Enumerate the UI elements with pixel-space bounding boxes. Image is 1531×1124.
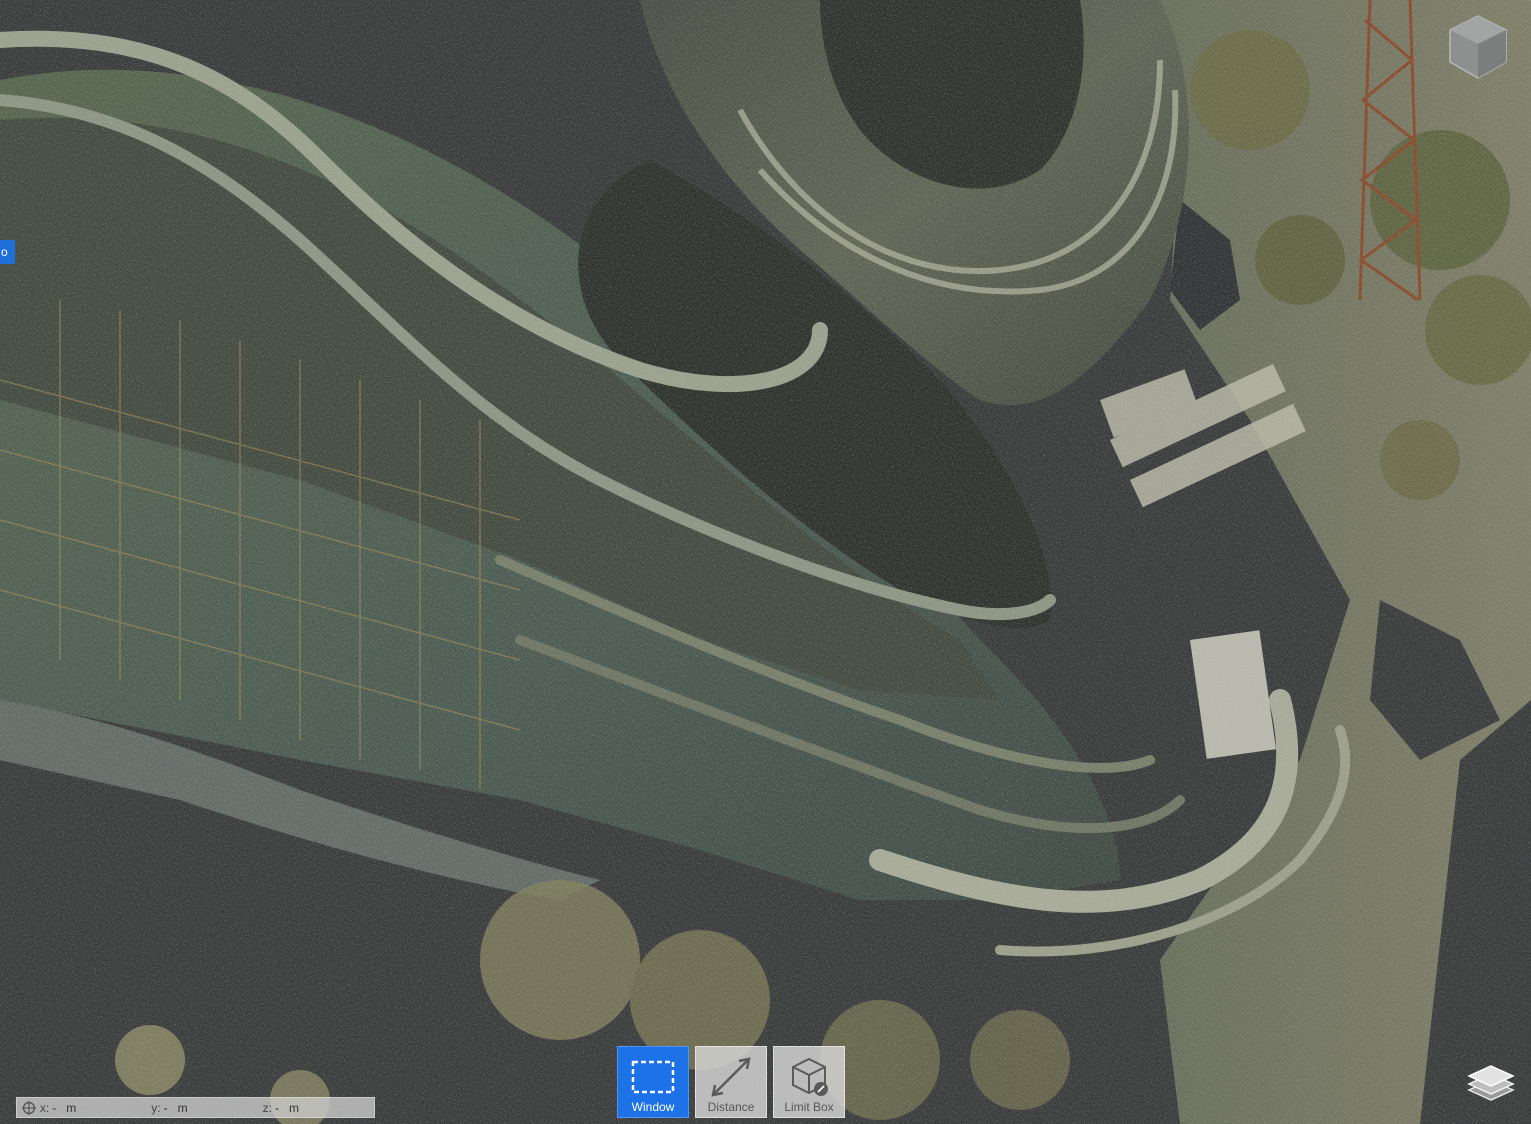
- distance-label: Distance: [707, 1100, 755, 1114]
- coordinate-readout: x: - m y: - m z: - m: [16, 1097, 375, 1118]
- x-label: x:: [39, 1100, 50, 1115]
- left-panel-tab[interactable]: o: [0, 240, 15, 264]
- view-cube-icon[interactable]: [1446, 12, 1510, 84]
- layers-icon[interactable]: [1466, 1062, 1516, 1104]
- y-label: y:: [151, 1100, 161, 1115]
- left-panel-tab-label: o: [1, 245, 8, 259]
- point-cloud-viewport[interactable]: [0, 0, 1531, 1124]
- limit-box-button[interactable]: Limit Box: [773, 1046, 845, 1118]
- distance-button[interactable]: Distance: [695, 1046, 767, 1118]
- y-value: -: [163, 1100, 168, 1115]
- x-coordinate: x: - m: [40, 1101, 151, 1115]
- window-select-button[interactable]: Window: [617, 1046, 689, 1118]
- z-unit: m: [288, 1100, 299, 1115]
- selection-window-icon: [631, 1060, 675, 1094]
- measure-toolbar: Window Distance Limit Box: [617, 1046, 845, 1118]
- x-unit: m: [66, 1100, 77, 1115]
- crosshair-icon: [22, 1100, 36, 1115]
- z-coordinate: z: - m: [263, 1101, 374, 1115]
- x-value: -: [52, 1100, 57, 1115]
- y-coordinate: y: - m: [151, 1101, 262, 1115]
- z-value: -: [274, 1100, 279, 1115]
- z-label: z:: [262, 1100, 272, 1115]
- distance-icon: [711, 1057, 751, 1097]
- window-select-label: Window: [631, 1100, 675, 1114]
- limit-box-icon: [792, 1057, 828, 1096]
- y-unit: m: [177, 1100, 188, 1115]
- limit-box-label: Limit Box: [784, 1100, 834, 1114]
